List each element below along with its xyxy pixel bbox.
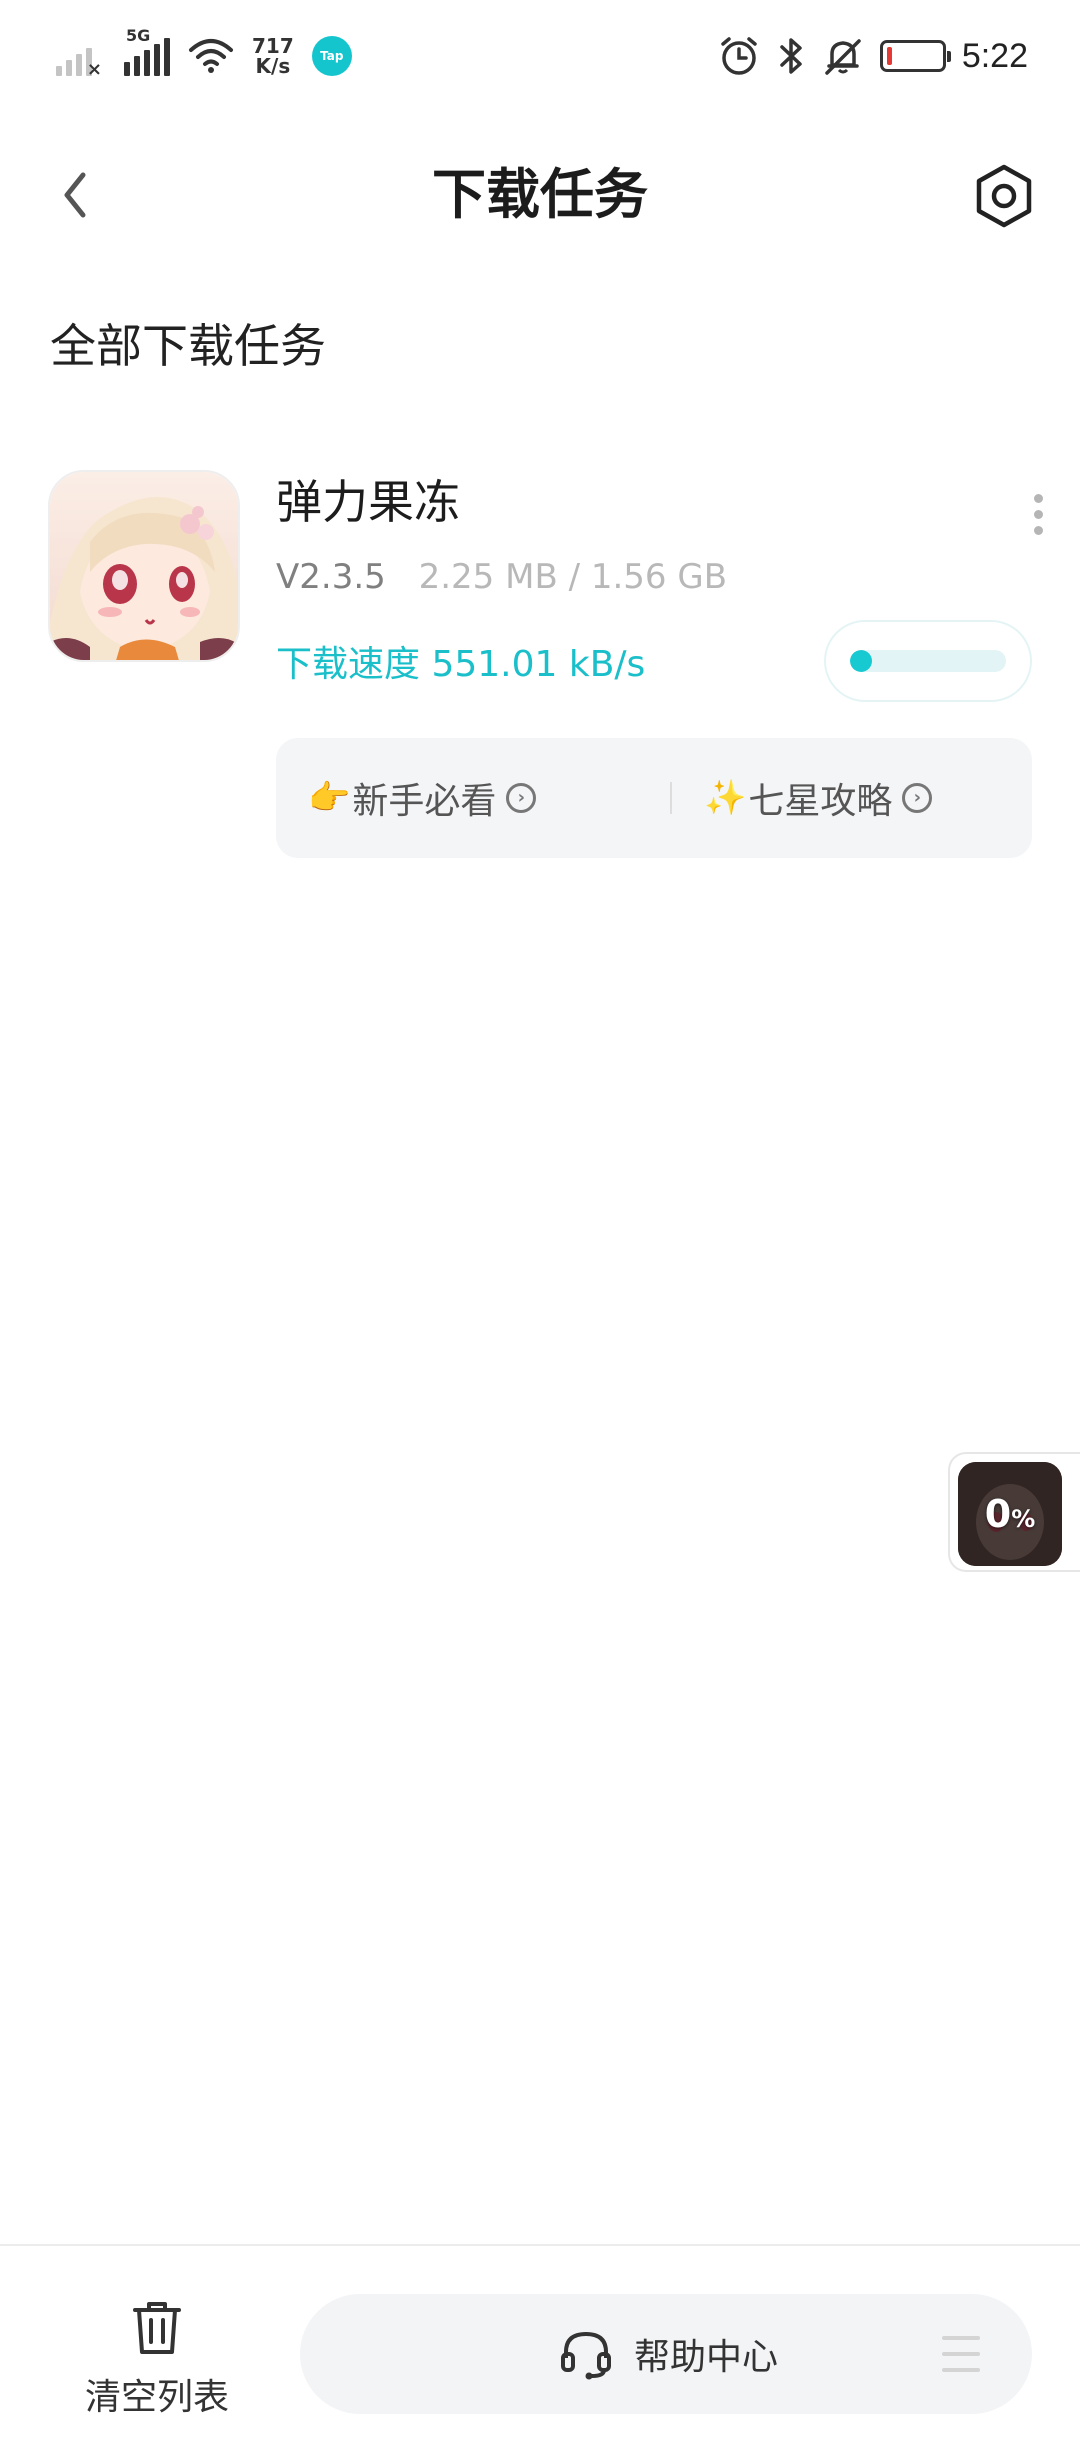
menu-icon (942, 2336, 980, 2372)
divider (670, 782, 672, 814)
net-speed: 717 K/s (252, 36, 294, 76)
help-center-button[interactable]: 帮助中心 (300, 2294, 1032, 2414)
status-bar-right: 5:22 (718, 28, 1028, 84)
app-name: 弹力果冻 (276, 475, 460, 529)
app-version: V2.3.5 (276, 557, 386, 597)
hexagon-settings-icon (976, 164, 1032, 228)
floating-download-widget[interactable]: 0% (948, 1452, 1080, 1572)
floating-app-thumbnail: 0% (958, 1462, 1062, 1566)
floating-progress-percent: 0% (958, 1492, 1062, 1541)
trash-icon (133, 2302, 181, 2354)
guide-label: 新手必看 (352, 781, 497, 822)
clear-list-label: 清空列表 (84, 2377, 229, 2418)
bottom-bar: 清空列表 帮助中心 (0, 2244, 1080, 2460)
page-title: 下载任务 (432, 163, 648, 226)
signal-sim1-icon: × (56, 36, 102, 80)
task-meta: V2.3.5 2.25 MB / 1.56 GB (276, 552, 727, 602)
alarm-icon (721, 37, 757, 75)
sparkles-icon: ✨ (704, 778, 747, 818)
battery-level (886, 47, 892, 65)
chevron-right-circle-icon: › (902, 783, 933, 813)
clock: 5:22 (961, 36, 1028, 75)
pointing-hand-icon: 👉 (308, 778, 351, 818)
percent-sign: % (1011, 1505, 1036, 1533)
download-size: 2.25 MB / 1.56 GB (418, 557, 728, 597)
headset-icon (561, 2331, 611, 2380)
help-center-content: 帮助中心 (558, 2294, 778, 2414)
guide-label: 七星攻略 (748, 781, 893, 822)
bell-muted-icon (825, 39, 861, 75)
top-bar: 下载任务 (0, 130, 1080, 260)
app-icon[interactable] (48, 470, 240, 662)
guide-link-strategy[interactable]: ✨ 七星攻略 › (704, 738, 933, 858)
progress-fill (850, 650, 872, 672)
percent-value: 0 (984, 1492, 1012, 1536)
settings-button[interactable] (966, 158, 1042, 234)
chevron-right-circle-icon: › (506, 783, 537, 813)
clear-list-button[interactable]: 清空列表 (62, 2298, 252, 2428)
status-bar-left: × 5G 717 K/s Tap (56, 26, 352, 84)
anime-girl-artwork (50, 472, 238, 660)
battery-icon (879, 40, 951, 72)
net-speed-value: 717 (252, 34, 294, 58)
help-center-label: 帮助中心 (634, 2337, 779, 2378)
guide-links: 👉 新手必看 › ✨ 七星攻略 › (276, 738, 1032, 858)
wifi-icon (189, 39, 233, 73)
section-title: 全部下载任务 (50, 319, 326, 373)
download-progress-button[interactable] (824, 620, 1032, 702)
download-speed: 下载速度 551.01 kB/s (276, 644, 646, 685)
progress-track (850, 650, 1006, 672)
more-options-button[interactable] (1018, 486, 1058, 542)
network-type-label: 5G (126, 26, 151, 45)
signal-5g-icon: 5G (124, 26, 170, 76)
download-task-item[interactable]: 弹力果冻 V2.3.5 2.25 MB / 1.56 GB 下载速度 551.0… (0, 460, 1080, 880)
net-speed-unit: K/s (255, 54, 291, 78)
guide-link-beginner[interactable]: 👉 新手必看 › (308, 738, 537, 858)
taptap-badge-icon: Tap (311, 36, 352, 76)
bluetooth-icon (780, 38, 802, 74)
status-bar: × 5G 717 K/s Tap 5:22 (0, 0, 1080, 110)
